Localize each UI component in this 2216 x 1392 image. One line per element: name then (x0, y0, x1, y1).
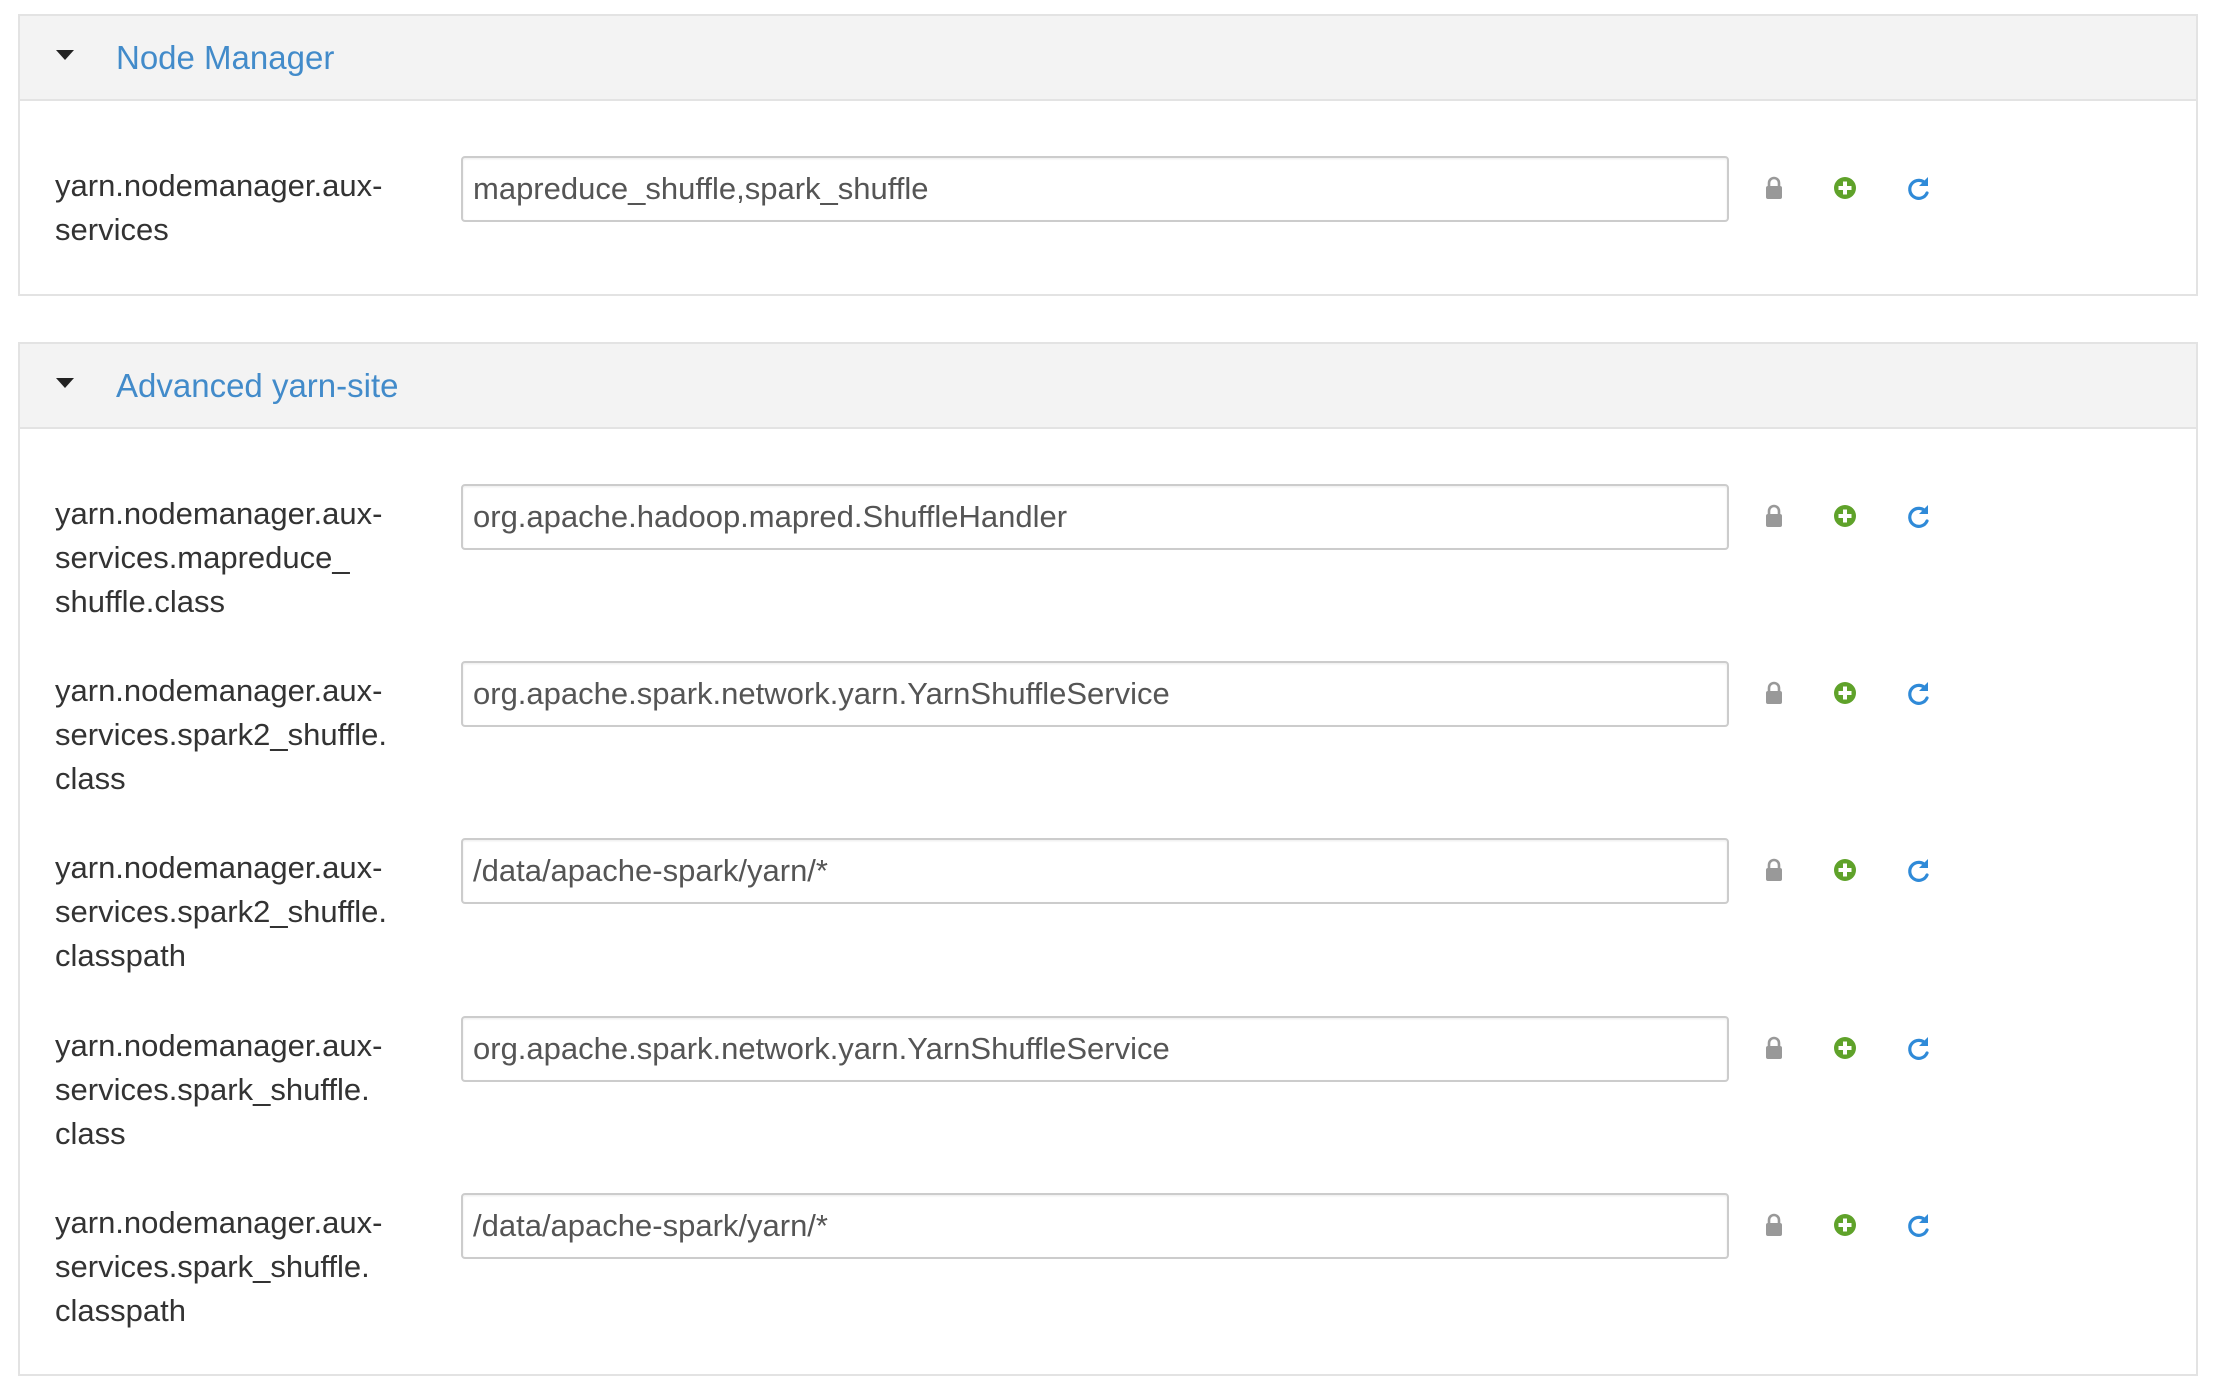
lock-icon (1760, 502, 1788, 530)
panel-title-node-manager[interactable]: Node Manager (116, 39, 334, 77)
advanced-yarn-site-panel: Advanced yarn-site yarn.nodemanager.aux-… (18, 342, 2198, 1376)
plus-circle-icon[interactable] (1831, 502, 1859, 530)
node-manager-panel-header[interactable]: Node Manager (20, 16, 2196, 101)
property-label: yarn.nodemanager.aux- services.spark2_sh… (55, 850, 387, 973)
plus-circle-icon[interactable] (1831, 1211, 1859, 1239)
plus-circle-icon[interactable] (1831, 679, 1859, 707)
lock-icon (1760, 679, 1788, 707)
undo-icon[interactable] (1905, 856, 1933, 884)
plus-circle-icon[interactable] (1831, 856, 1859, 884)
property-value-input[interactable] (461, 1016, 1729, 1082)
property-label: yarn.nodemanager.aux- services.mapreduce… (55, 496, 383, 619)
lock-icon (1760, 856, 1788, 884)
property-label: yarn.nodemanager.aux- services (55, 168, 383, 247)
panel-title-advanced-yarn-site[interactable]: Advanced yarn-site (116, 367, 398, 405)
property-value-input[interactable] (461, 838, 1729, 904)
undo-icon[interactable] (1905, 174, 1933, 202)
undo-icon[interactable] (1905, 502, 1933, 530)
plus-circle-icon[interactable] (1831, 1034, 1859, 1062)
advanced-yarn-site-panel-header[interactable]: Advanced yarn-site (20, 344, 2196, 429)
lock-icon (1760, 1211, 1788, 1239)
undo-icon[interactable] (1905, 1034, 1933, 1062)
undo-icon[interactable] (1905, 679, 1933, 707)
lock-icon (1760, 1034, 1788, 1062)
property-value-input[interactable] (461, 156, 1729, 222)
property-value-input[interactable] (461, 1193, 1729, 1259)
property-label: yarn.nodemanager.aux- services.spark2_sh… (55, 673, 387, 796)
caret-down-icon[interactable] (56, 49, 74, 60)
undo-icon[interactable] (1905, 1211, 1933, 1239)
property-value-input[interactable] (461, 661, 1729, 727)
property-value-input[interactable] (461, 484, 1729, 550)
plus-circle-icon[interactable] (1831, 174, 1859, 202)
caret-down-icon[interactable] (56, 377, 74, 388)
property-label: yarn.nodemanager.aux- services.spark_shu… (55, 1028, 383, 1151)
node-manager-panel: Node Manager yarn.nodemanager.aux- servi… (18, 14, 2198, 296)
property-label: yarn.nodemanager.aux- services.spark_shu… (55, 1205, 383, 1328)
lock-icon (1760, 174, 1788, 202)
